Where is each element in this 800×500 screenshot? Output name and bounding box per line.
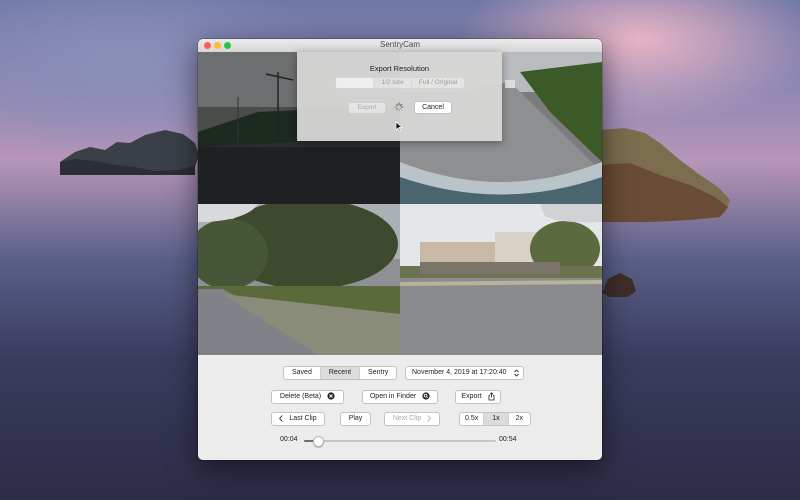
resolution-option-1[interactable] xyxy=(336,78,375,88)
delete-label: Delete (Beta) xyxy=(279,393,322,400)
timeline-slider-knob[interactable] xyxy=(313,436,325,447)
window-title: SentryCam xyxy=(379,40,420,49)
chevron-right-icon xyxy=(427,414,432,422)
play-button[interactable]: Play xyxy=(340,412,371,426)
camera-view-left-repeater[interactable] xyxy=(198,204,400,355)
camera-view-right-repeater[interactable] xyxy=(400,204,602,355)
export-label: Export xyxy=(461,393,482,400)
speed-half[interactable]: 0.5x xyxy=(460,413,485,425)
right-repeater-camera-image xyxy=(400,204,602,355)
next-clip-button[interactable]: Next Clip xyxy=(384,412,440,426)
date-select[interactable]: November 4, 2019 at 17:20:40 xyxy=(405,366,524,380)
share-icon xyxy=(488,391,494,401)
total-time: 00:54 xyxy=(499,436,517,443)
chevron-up-down-icon xyxy=(514,369,519,377)
desktop-wallpaper-island-left xyxy=(60,130,199,175)
export-button[interactable]: Export xyxy=(455,390,501,404)
last-clip-button[interactable]: Last Clip xyxy=(271,412,325,426)
left-repeater-camera-image xyxy=(198,204,400,355)
title-bar[interactable]: SentryCam xyxy=(198,39,602,53)
tab-saved[interactable]: Saved xyxy=(284,367,321,379)
clip-source-segmented-control[interactable]: Saved Recent Sentry xyxy=(283,366,398,380)
desktop-wallpaper-island-right xyxy=(600,128,730,222)
dialog-export-button[interactable]: Export xyxy=(348,102,386,114)
close-circle-icon xyxy=(327,392,335,400)
mouse-cursor-icon xyxy=(395,121,403,132)
timeline-slider[interactable] xyxy=(304,436,496,447)
desktop-wallpaper-rock xyxy=(602,273,636,297)
magnifier-circle-icon xyxy=(422,392,430,400)
last-clip-label: Last Clip xyxy=(289,415,317,422)
delete-button[interactable]: Delete (Beta) xyxy=(271,390,344,404)
current-time: 00:04 xyxy=(280,436,298,443)
dialog-cancel-button[interactable]: Cancel xyxy=(414,101,452,114)
open-in-finder-button[interactable]: Open in Finder xyxy=(362,390,438,404)
export-resolution-dialog: Export Resolution 1/2 size Full / Origin… xyxy=(297,52,502,141)
chevron-left-icon xyxy=(279,414,284,422)
progress-spinner-icon xyxy=(394,102,404,112)
next-clip-label: Next Clip xyxy=(392,415,422,422)
resolution-option-half[interactable]: 1/2 size xyxy=(374,78,413,88)
sentrycam-window: SentryCam Export Resolution 1/2 size Ful… xyxy=(198,39,602,460)
resolution-option-full[interactable]: Full / Original xyxy=(412,78,464,88)
open-in-finder-label: Open in Finder xyxy=(369,393,417,400)
export-dialog-title: Export Resolution xyxy=(369,64,430,73)
speed-2x[interactable]: 2x xyxy=(509,413,530,425)
playback-speed-segmented-control[interactable]: 0.5x 1x 2x xyxy=(459,412,532,426)
playback-controls-panel: Saved Recent Sentry November 4, 2019 at … xyxy=(198,355,602,460)
speed-1x[interactable]: 1x xyxy=(484,413,509,425)
resolution-selector[interactable]: 1/2 size Full / Original xyxy=(335,77,465,89)
tab-recent[interactable]: Recent xyxy=(320,367,361,379)
date-select-value: November 4, 2019 at 17:20:40 xyxy=(412,369,507,376)
tab-sentry[interactable]: Sentry xyxy=(360,367,396,379)
